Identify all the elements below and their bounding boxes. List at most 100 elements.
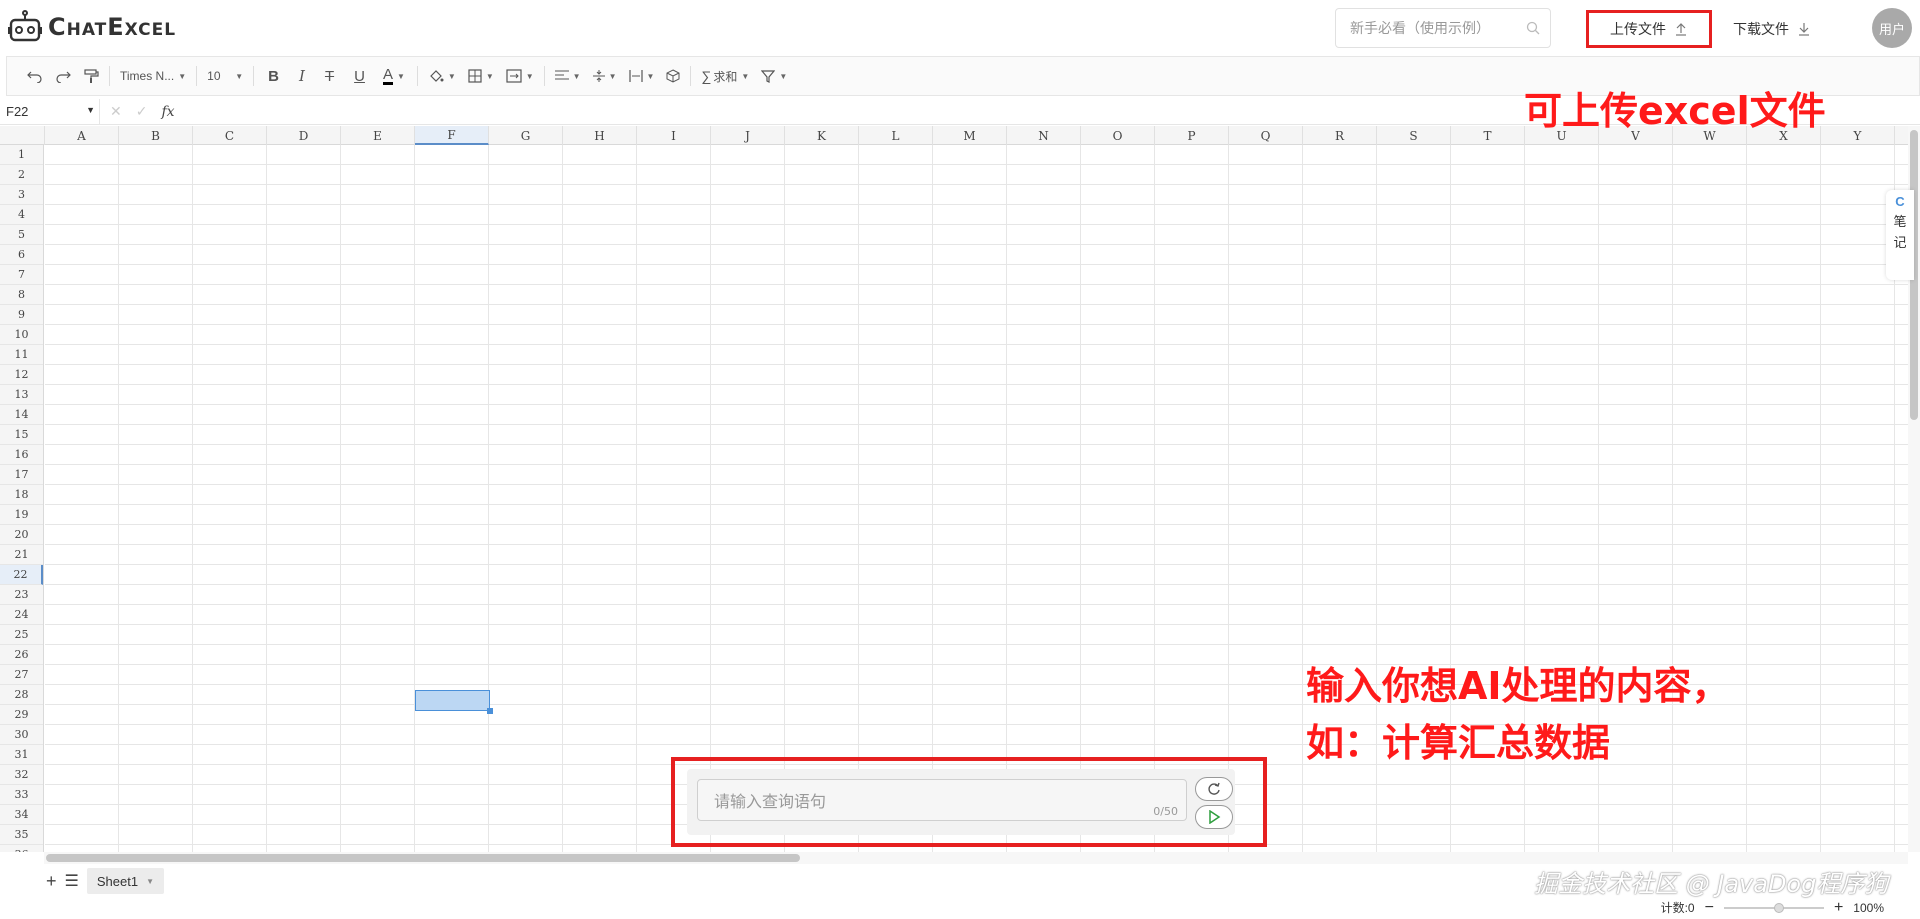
function-icon[interactable]: fx: [161, 104, 174, 120]
horizontal-scrollbar[interactable]: [44, 852, 1908, 864]
row-header[interactable]: 28: [0, 685, 43, 705]
sum-button[interactable]: ∑ 求和 ▼: [695, 62, 755, 90]
column-header[interactable]: S: [1377, 126, 1451, 145]
merge-cells-button[interactable]: ▼: [500, 62, 540, 90]
zoom-in-icon[interactable]: +: [1834, 899, 1843, 917]
filter-button[interactable]: ▼: [755, 62, 793, 90]
column-header[interactable]: G: [489, 126, 563, 145]
column-header[interactable]: A: [45, 126, 119, 145]
column-header[interactable]: C: [193, 126, 267, 145]
italic-button[interactable]: I: [289, 62, 315, 90]
row-header[interactable]: 18: [0, 485, 43, 505]
notes-side-widget[interactable]: C 笔 记: [1886, 190, 1914, 280]
help-search-input[interactable]: 新手必看（使用示例）: [1335, 8, 1551, 48]
row-header[interactable]: 4: [0, 205, 43, 225]
row-header[interactable]: 8: [0, 285, 43, 305]
query-input[interactable]: 请输入查询语句 0/50: [697, 779, 1187, 821]
row-header[interactable]: 31: [0, 745, 43, 765]
row-header[interactable]: 21: [0, 545, 43, 565]
underline-button[interactable]: U: [344, 62, 375, 90]
user-avatar[interactable]: 用户: [1872, 8, 1912, 48]
row-header[interactable]: 10: [0, 325, 43, 345]
column-header[interactable]: F: [415, 126, 489, 145]
row-header[interactable]: 26: [0, 645, 43, 665]
font-size-select[interactable]: 10 ▼: [201, 62, 249, 90]
column-header[interactable]: T: [1451, 126, 1525, 145]
sheet-list-icon[interactable]: ☰: [65, 871, 79, 891]
undo-button[interactable]: [21, 62, 49, 90]
column-header[interactable]: Q: [1229, 126, 1303, 145]
cancel-icon[interactable]: ✕: [110, 103, 122, 120]
reset-query-button[interactable]: [1195, 777, 1233, 801]
selected-cell[interactable]: [415, 690, 493, 714]
column-header[interactable]: H: [563, 126, 637, 145]
row-header[interactable]: 16: [0, 445, 43, 465]
row-header[interactable]: 23: [0, 585, 43, 605]
upload-file-button[interactable]: 上传文件: [1586, 10, 1712, 48]
row-header[interactable]: 20: [0, 525, 43, 545]
sheet-tab[interactable]: Sheet1 ▼: [86, 868, 164, 894]
font-family-select[interactable]: Times N... ▼: [114, 62, 192, 90]
column-header[interactable]: E: [341, 126, 415, 145]
redo-button[interactable]: [49, 62, 77, 90]
row-header[interactable]: 36: [0, 845, 43, 852]
column-header[interactable]: L: [859, 126, 933, 145]
font-color-button[interactable]: A ▼: [375, 62, 413, 90]
app-logo[interactable]: ChatExcel: [8, 4, 176, 50]
column-header[interactable]: I: [637, 126, 711, 145]
row-header[interactable]: 11: [0, 345, 43, 365]
row-header[interactable]: 33: [0, 785, 43, 805]
fill-color-button[interactable]: ▼: [422, 62, 462, 90]
strikethrough-button[interactable]: T: [315, 62, 344, 90]
column-header[interactable]: D: [267, 126, 341, 145]
column-header[interactable]: N: [1007, 126, 1081, 145]
row-header[interactable]: 13: [0, 385, 43, 405]
row-header[interactable]: 22: [0, 565, 43, 585]
row-header[interactable]: 14: [0, 405, 43, 425]
format-painter-button[interactable]: [77, 62, 105, 90]
row-header[interactable]: 32: [0, 765, 43, 785]
text-wrap-button[interactable]: ▼: [623, 62, 661, 90]
column-header[interactable]: J: [711, 126, 785, 145]
send-query-button[interactable]: [1195, 805, 1233, 829]
row-header[interactable]: 27: [0, 665, 43, 685]
column-header[interactable]: P: [1155, 126, 1229, 145]
scrollbar-thumb[interactable]: [46, 854, 800, 862]
spreadsheet-grid[interactable]: ABCDEFGHIJKLMNOPQRSTUVWXY 1 2 3 4 5 6 7 8 9 10 11 1…: [0, 126, 1908, 852]
column-header[interactable]: O: [1081, 126, 1155, 145]
row-header[interactable]: 9: [0, 305, 43, 325]
row-header[interactable]: 30: [0, 725, 43, 745]
download-file-button[interactable]: 下载文件: [1733, 14, 1811, 44]
row-header[interactable]: 1: [0, 145, 43, 165]
row-header[interactable]: 7: [0, 265, 43, 285]
zoom-out-icon[interactable]: −: [1705, 899, 1714, 917]
row-header[interactable]: 15: [0, 425, 43, 445]
cell-area[interactable]: [45, 145, 1908, 852]
bold-button[interactable]: B: [258, 62, 289, 90]
row-header[interactable]: 29: [0, 705, 43, 725]
row-header[interactable]: 24: [0, 605, 43, 625]
row-header[interactable]: 25: [0, 625, 43, 645]
row-header[interactable]: 2: [0, 165, 43, 185]
confirm-icon[interactable]: ✓: [136, 103, 148, 120]
borders-button[interactable]: ▼: [462, 62, 500, 90]
column-header[interactable]: B: [119, 126, 193, 145]
grid-corner[interactable]: [0, 126, 45, 145]
row-header[interactable]: 17: [0, 465, 43, 485]
row-header[interactable]: 5: [0, 225, 43, 245]
add-sheet-icon[interactable]: +: [46, 871, 57, 892]
zoom-slider[interactable]: [1723, 902, 1824, 913]
row-header[interactable]: 12: [0, 365, 43, 385]
column-header[interactable]: M: [933, 126, 1007, 145]
column-header[interactable]: R: [1303, 126, 1377, 145]
text-rotate-button[interactable]: [660, 62, 686, 90]
fill-handle[interactable]: [487, 708, 493, 714]
row-header[interactable]: 35: [0, 825, 43, 845]
column-header[interactable]: K: [785, 126, 859, 145]
horizontal-align-button[interactable]: ▼: [549, 62, 587, 90]
cell-name-box[interactable]: F22 ▼: [0, 98, 100, 125]
row-header[interactable]: 34: [0, 805, 43, 825]
row-header[interactable]: 19: [0, 505, 43, 525]
vertical-align-button[interactable]: ▼: [587, 62, 623, 90]
row-header[interactable]: 6: [0, 245, 43, 265]
